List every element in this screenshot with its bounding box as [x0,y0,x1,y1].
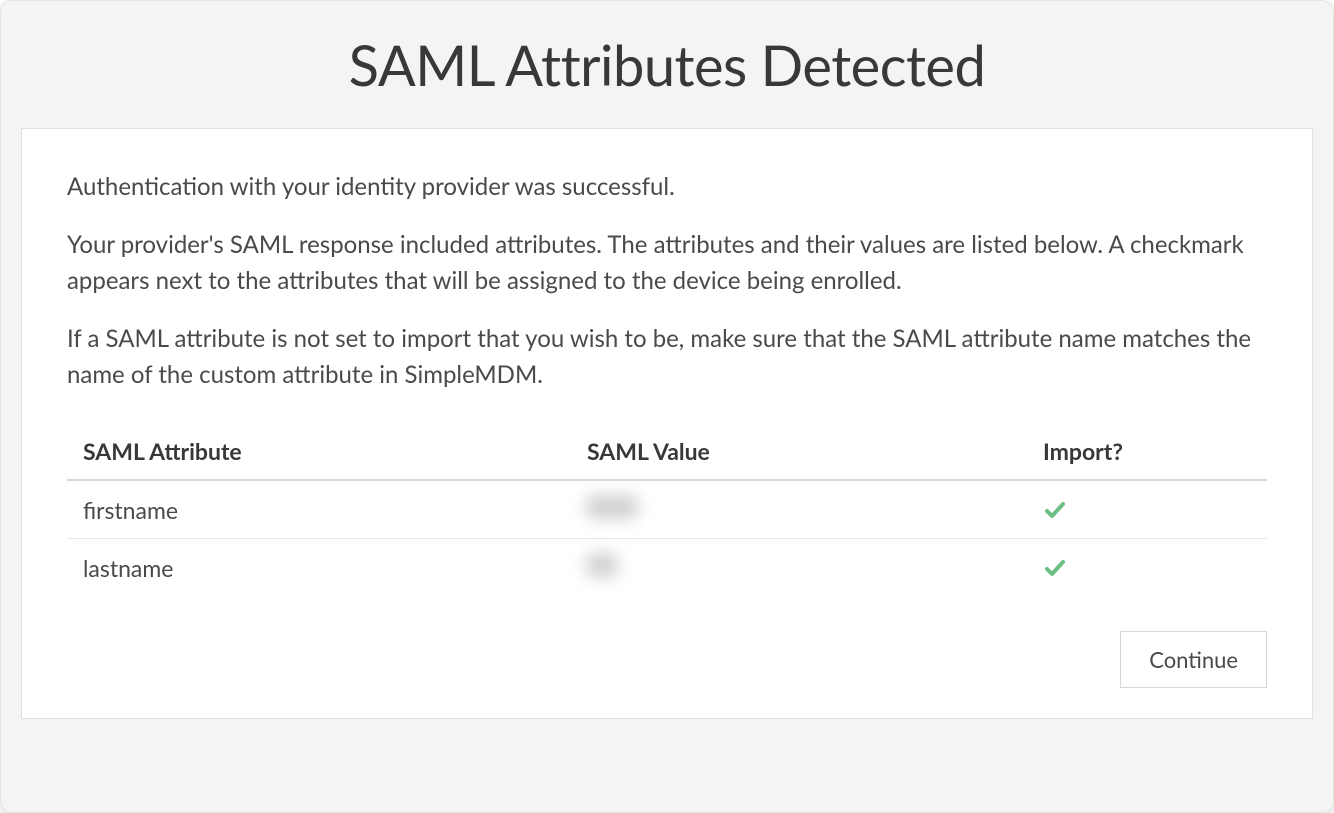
button-row: Continue [67,631,1267,688]
auth-success-text: Authentication with your identity provid… [67,169,1267,205]
cell-attribute-value [571,539,1027,597]
cell-import-status [1027,480,1267,539]
header-saml-attribute: SAML Attribute [67,423,571,480]
header-import: Import? [1027,423,1267,480]
header-saml-value: SAML Value [571,423,1027,480]
table-row: lastname [67,539,1267,597]
redacted-value [587,495,637,519]
attributes-explanation-text: Your provider's SAML response included a… [67,227,1267,299]
saml-attributes-table: SAML Attribute SAML Value Import? firstn… [67,423,1267,596]
page-title: SAML Attributes Detected [1,31,1333,98]
check-icon [1043,498,1251,522]
cell-attribute-value [571,480,1027,539]
cell-attribute-name: lastname [67,539,571,597]
dialog-container: SAML Attributes Detected Authentication … [0,0,1334,813]
cell-import-status [1027,539,1267,597]
check-icon [1043,556,1251,580]
continue-button[interactable]: Continue [1120,631,1267,688]
table-row: firstname [67,480,1267,539]
table-header-row: SAML Attribute SAML Value Import? [67,423,1267,480]
content-card: Authentication with your identity provid… [21,128,1313,719]
redacted-value [587,553,617,577]
cell-attribute-name: firstname [67,480,571,539]
import-note-text: If a SAML attribute is not set to import… [67,321,1267,393]
